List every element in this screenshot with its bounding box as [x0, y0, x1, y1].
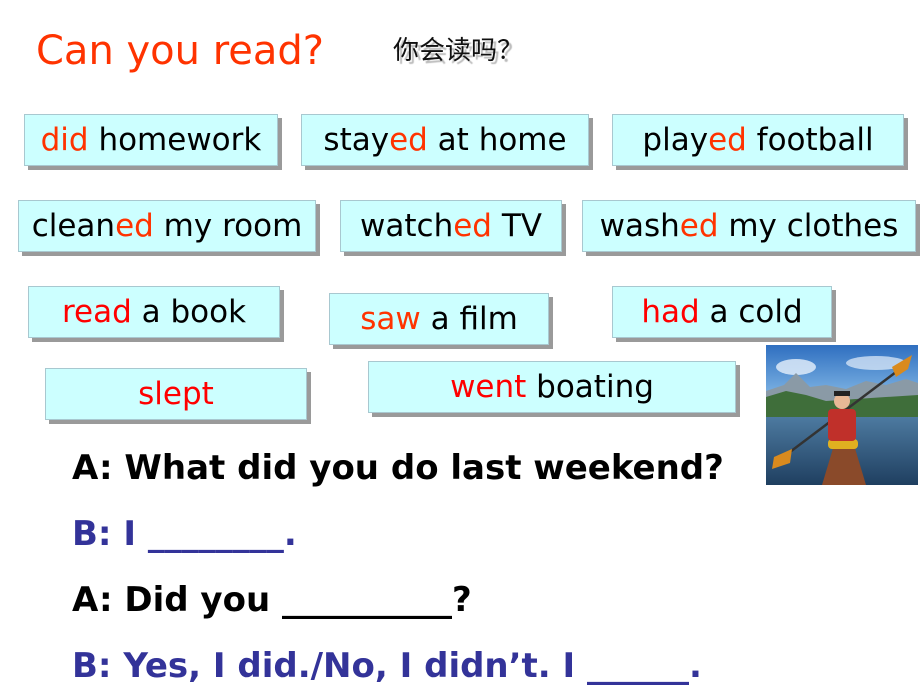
phrase-rest: football — [746, 122, 874, 158]
kayak-photo — [766, 345, 918, 485]
dialogue-line-b2: B: Yes, I did./No, I didn’t. I ______. — [72, 646, 702, 686]
phrase-prefix: watch — [360, 208, 454, 244]
phrase-card-saw-a-film[interactable]: saw a film — [329, 293, 549, 345]
phrase-card-slept[interactable]: slept — [45, 368, 307, 420]
phrase-rest: boating — [526, 369, 654, 405]
phrase-prefix: clean — [31, 208, 116, 244]
phrase-card-did-homework[interactable]: did homework — [24, 114, 278, 166]
phrase-card-had-a-cold[interactable]: had a cold — [612, 286, 832, 338]
phrase-highlight: ed — [389, 122, 428, 158]
phrase-card-read-a-book[interactable]: read a book — [28, 286, 280, 338]
phrase-prefix: stay — [323, 122, 390, 158]
kayak-photo-illustration — [766, 345, 918, 485]
phrase-rest: a book — [131, 294, 247, 330]
dialogue-line-a1: A: What did you do last weekend? — [72, 448, 724, 488]
phrase-prefix: wash — [599, 208, 680, 244]
phrase-card-went-boating[interactable]: went boating — [368, 361, 736, 413]
phrase-highlight: went — [450, 369, 527, 405]
phrase-rest: a cold — [699, 294, 803, 330]
slide-subtitle: 你会读吗？ — [393, 36, 524, 66]
phrase-rest: my clothes — [718, 208, 899, 244]
phrase-highlight: slept — [138, 376, 214, 412]
phrase-prefix: play — [642, 122, 709, 158]
phrase-highlight: ed — [708, 122, 747, 158]
dialogue-line-b1: B: I ________. — [72, 514, 297, 554]
phrase-rest: TV — [491, 208, 542, 244]
phrase-card-stayed-at-home[interactable]: stay ed at home — [301, 114, 589, 166]
slide-title: Can you read? — [36, 28, 325, 74]
phrase-highlight: ed — [679, 208, 719, 244]
phrase-highlight: had — [641, 294, 700, 330]
phrase-card-played-football[interactable]: play ed football — [612, 114, 904, 166]
phrase-card-washed-my-clothes[interactable]: wash ed my clothes — [582, 200, 916, 252]
dialogue-line-a2: A: Did you __________? — [72, 580, 472, 620]
phrase-rest: homework — [88, 122, 262, 158]
phrase-highlight: ed — [115, 208, 154, 244]
phrase-highlight: read — [61, 294, 132, 330]
slide: Can you read? 你会读吗？ did homework stay ed … — [0, 0, 920, 690]
phrase-rest: a film — [420, 301, 518, 337]
phrase-highlight: did — [40, 122, 89, 158]
phrase-card-cleaned-my-room[interactable]: clean ed my room — [18, 200, 316, 252]
phrase-highlight: saw — [360, 301, 421, 337]
phrase-card-watched-tv[interactable]: watch ed TV — [340, 200, 562, 252]
phrase-highlight: ed — [453, 208, 492, 244]
phrase-rest: my room — [153, 208, 303, 244]
phrase-rest: at home — [427, 122, 567, 158]
